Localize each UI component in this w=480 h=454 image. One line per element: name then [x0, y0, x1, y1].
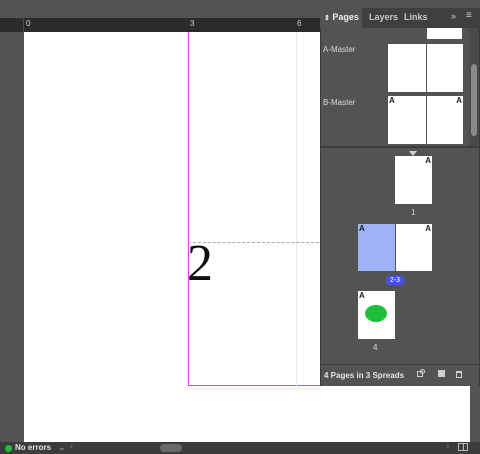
scroll-right-icon[interactable]: › — [446, 441, 449, 452]
tab-layers[interactable]: Layers — [369, 12, 398, 22]
master-b-left-page[interactable]: A — [388, 96, 426, 144]
page-1-thumbnail[interactable]: A — [395, 156, 432, 204]
page-number-text[interactable]: 2 — [187, 238, 213, 290]
spread-view-icon[interactable] — [458, 443, 468, 451]
horizontal-scroll-thumb[interactable] — [160, 444, 182, 452]
tab-pages-text: Pages — [332, 12, 359, 22]
master-b-right-page[interactable]: A — [427, 96, 463, 144]
ruler-label-0: 0 — [26, 19, 31, 28]
page-3-thumbnail[interactable]: A — [396, 224, 432, 271]
master-thumbnail-partial[interactable] — [427, 28, 462, 39]
chevron-down-icon[interactable]: ⌄ — [58, 442, 66, 453]
master-b-right-letter: A — [456, 96, 462, 105]
edit-page-size-icon[interactable] — [417, 369, 426, 378]
master-b-left-letter: A — [389, 96, 395, 105]
page-3-letter: A — [425, 224, 431, 233]
master-label-a[interactable]: A-Master — [323, 45, 355, 54]
column-guide — [296, 32, 297, 386]
page-1-number[interactable]: 1 — [411, 208, 415, 217]
tab-links[interactable]: Links — [404, 12, 428, 22]
master-a-corner-mark: . — [460, 86, 462, 92]
page-2-letter: A — [359, 224, 365, 233]
page-4-ellipse-shape — [365, 305, 387, 322]
page-margin-frame — [188, 32, 326, 386]
vertical-ruler — [0, 32, 24, 442]
new-page-icon[interactable] — [437, 369, 446, 378]
preflight-status-icon — [5, 445, 12, 452]
horizontal-ruler: 0 3 6 — [0, 18, 322, 32]
page-4-number[interactable]: 4 — [373, 343, 377, 352]
tab-pages-label[interactable]: ⇕ Pages — [324, 12, 359, 22]
ruler-label-6: 6 — [297, 19, 302, 28]
master-a-right-page[interactable]: . — [427, 44, 463, 92]
page-4-letter: A — [359, 291, 365, 300]
collapse-panel-icon[interactable]: » — [451, 11, 456, 21]
page-count-text: 4 Pages in 3 Spreads — [324, 371, 405, 380]
master-a-left-page[interactable] — [388, 44, 426, 92]
panel-menu-icon[interactable]: ≡ — [466, 10, 472, 21]
spread-number-badge[interactable]: 2-3 — [386, 276, 404, 285]
scroll-left-icon[interactable]: ‹ — [70, 441, 73, 452]
ruler-label-3: 3 — [190, 19, 195, 28]
masters-scroll-thumb[interactable] — [471, 64, 477, 136]
collapse-arrows-icon: ⇕ — [324, 15, 330, 22]
preflight-status-text[interactable]: No errors — [15, 443, 51, 452]
ruler-origin[interactable] — [0, 18, 24, 32]
trash-icon[interactable] — [455, 369, 464, 378]
page-1-letter: A — [425, 156, 431, 165]
master-label-b[interactable]: B-Master — [323, 98, 355, 107]
